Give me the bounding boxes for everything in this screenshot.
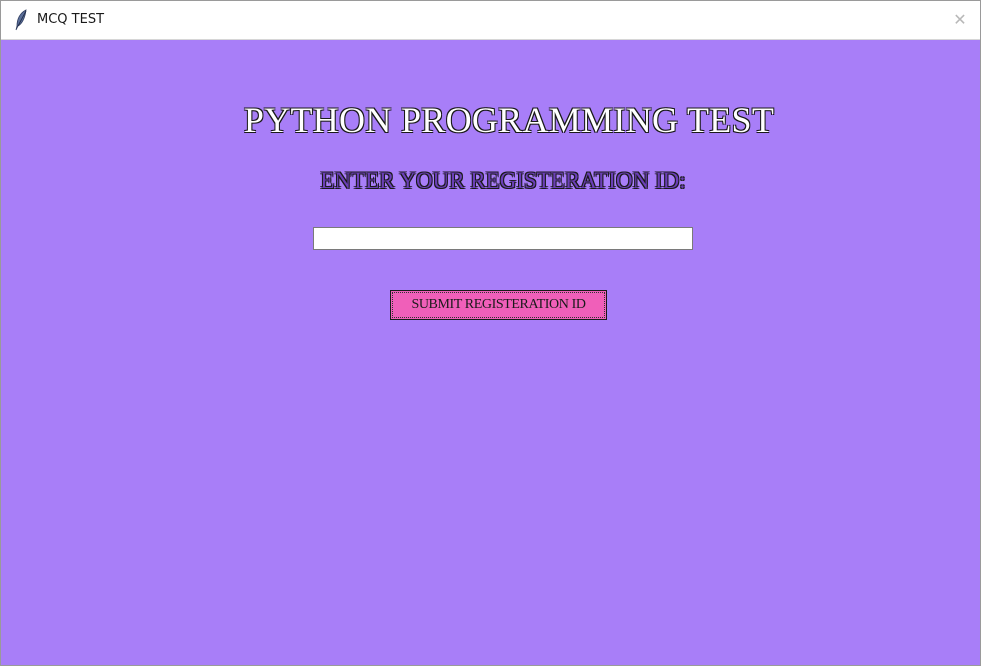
window-title: MCQ TEST (37, 12, 105, 27)
main-panel: PYTHON PROGRAMMING TEST ENTER YOUR REGIS… (1, 40, 980, 665)
registration-prompt-label: ENTER YOUR REGISTERATION ID: (320, 168, 686, 193)
app-window: MCQ TEST ✕ PYTHON PROGRAMMING TEST ENTER… (0, 0, 981, 666)
close-button[interactable]: ✕ (940, 1, 980, 39)
registration-id-input[interactable] (313, 227, 693, 250)
feather-icon (14, 9, 28, 31)
submit-registration-button[interactable]: SUBMIT REGISTERATION ID (390, 290, 607, 320)
page-title: PYTHON PROGRAMMING TEST (243, 100, 775, 140)
close-icon: ✕ (953, 10, 967, 29)
title-bar[interactable]: MCQ TEST ✕ (1, 1, 980, 40)
